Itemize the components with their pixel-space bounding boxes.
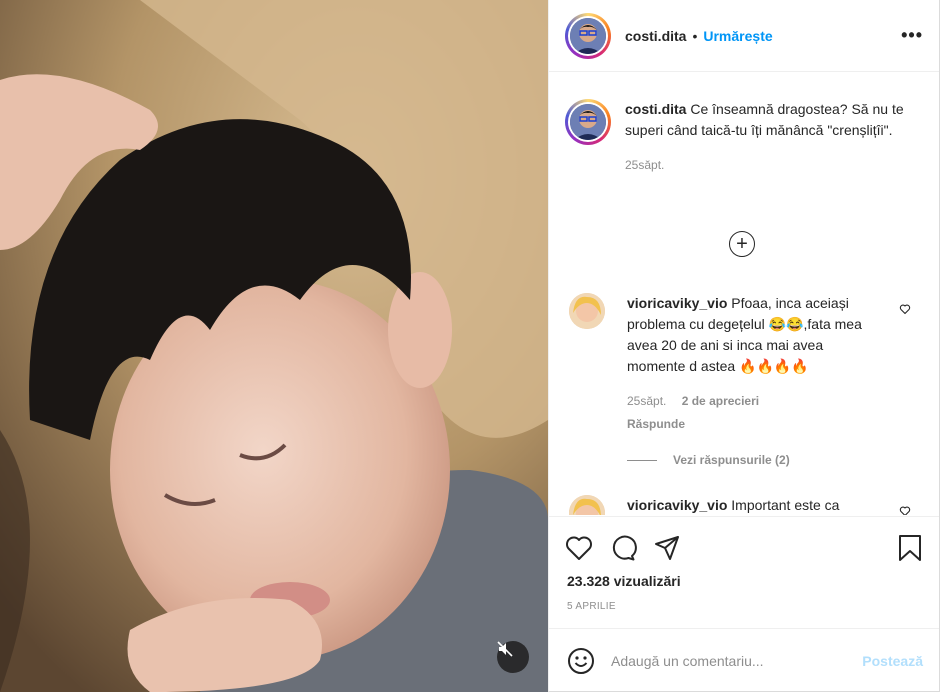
comment-item: vioricaviky_vio Pfoaa, inca aceiași prob… [569, 293, 929, 435]
emoji-button[interactable] [567, 647, 595, 675]
bookmark-icon [899, 535, 921, 561]
author-photo [570, 104, 606, 140]
author-photo [570, 17, 606, 54]
load-more-comments-button[interactable]: + [729, 231, 755, 257]
post-date[interactable]: 5 APRILIE [549, 589, 939, 612]
comment-username[interactable]: vioricaviky_vio [627, 295, 727, 311]
post-video[interactable] [0, 0, 548, 692]
post-panel: costi.dita • Urmărește ••• costi.dita Ce… [548, 0, 940, 692]
comment-text: Important este ca [731, 497, 840, 513]
caption-avatar[interactable] [565, 99, 611, 145]
reply-button[interactable]: Răspunde [627, 414, 879, 435]
comments-section[interactable]: costi.dita Ce înseamnă dragostea? Să nu … [549, 73, 939, 515]
caption-username[interactable]: costi.dita [625, 101, 686, 117]
post-actions: 23.328 vizualizări 5 APRILIE [549, 516, 939, 628]
follow-button[interactable]: Urmărește [703, 28, 772, 44]
commenter-avatar[interactable] [569, 293, 605, 329]
comment-icon [612, 535, 637, 561]
commenter-avatar[interactable] [569, 495, 605, 515]
comment-like-heart-icon[interactable] [899, 303, 911, 315]
post-header: costi.dita • Urmărește ••• [549, 0, 939, 72]
view-replies-button[interactable]: Vezi răspunsurile (2) [627, 453, 790, 467]
header-separator: • [692, 27, 698, 44]
share-button[interactable] [653, 534, 681, 562]
muted-speaker-icon [497, 641, 513, 657]
mute-toggle-button[interactable] [497, 641, 529, 673]
emoji-icon [568, 647, 594, 674]
post-caption: costi.dita Ce înseamnă dragostea? Să nu … [549, 73, 939, 176]
save-button[interactable] [897, 534, 923, 562]
comment-timestamp[interactable]: 25săpt. [627, 394, 666, 408]
more-options-button[interactable]: ••• [901, 25, 923, 46]
comment-item: vioricaviky_vio Important este ca [569, 495, 929, 515]
like-button[interactable] [565, 535, 593, 561]
view-count[interactable]: 23.328 vizualizări [549, 563, 939, 589]
comment-input[interactable]: Adaugă un comentariu... [611, 653, 862, 669]
replies-divider [627, 459, 657, 461]
comment-likes[interactable]: 2 de aprecieri [682, 394, 759, 408]
comment-composer: Adaugă un comentariu... Postează [549, 628, 939, 692]
share-icon [655, 536, 679, 560]
video-frame [0, 0, 548, 692]
comment-button[interactable] [609, 534, 637, 562]
caption-timestamp[interactable]: 25săpt. [625, 155, 915, 176]
author-username[interactable]: costi.dita [625, 28, 686, 44]
plus-icon: + [736, 233, 748, 255]
comment-like-heart-icon[interactable] [899, 505, 911, 515]
commenter-photo [569, 495, 605, 515]
author-avatar[interactable] [565, 12, 611, 59]
post-comment-button[interactable]: Postează [862, 653, 923, 669]
view-replies-label: Vezi răspunsurile (2) [673, 453, 790, 467]
commenter-photo [569, 293, 605, 329]
comment-username[interactable]: vioricaviky_vio [627, 497, 727, 513]
heart-icon [566, 536, 592, 560]
